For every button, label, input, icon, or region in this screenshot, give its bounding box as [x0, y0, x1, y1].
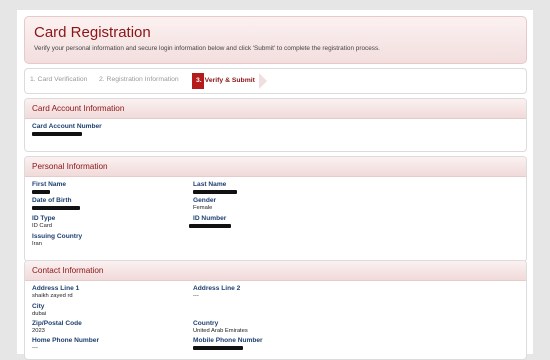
field-value: dubai: [32, 311, 47, 317]
contact-info-panel: Contact Information Address Line 1 shaik…: [24, 260, 527, 360]
field-label: ID Number: [193, 215, 227, 222]
redacted-value: [193, 346, 243, 350]
issuing-country-field: Issuing Country Iran: [32, 233, 82, 247]
field-value: ---: [193, 293, 199, 299]
gender-field: Gender Female: [193, 197, 216, 211]
step-card-verification: 1. Card Verification: [30, 76, 88, 83]
field-label: Last Name: [193, 181, 227, 188]
field-label: Card Account Number: [32, 123, 102, 130]
registration-page: Card Registration Verify your personal i…: [17, 10, 533, 360]
city-field: City dubai: [32, 303, 46, 317]
progress-steps: 1. Card Verification 2. Registration Inf…: [24, 68, 527, 94]
card-account-number-field: Card Account Number: [32, 123, 102, 136]
step-label: Verify & Submit: [204, 77, 255, 84]
field-value: United Arab Emirates: [193, 328, 248, 334]
id-number-field: ID Number: [189, 215, 231, 228]
field-label: Address Line 1: [32, 285, 80, 292]
redacted-value: [32, 190, 50, 194]
field-label: Mobile Phone Number: [193, 337, 263, 344]
field-label: Issuing Country: [32, 233, 83, 240]
card-account-panel: Card Account Information Card Account Nu…: [24, 98, 527, 152]
id-type-field: ID Type ID Card: [32, 215, 55, 229]
personal-info-panel: Personal Information First Name Last Nam…: [24, 156, 527, 262]
step-registration-information: 2. Registration Information: [99, 76, 179, 83]
country-field: Country United Arab Emirates: [193, 320, 248, 334]
panel-heading: Card Account Information: [25, 99, 526, 119]
field-value: ID Card: [32, 223, 52, 229]
field-value: Female: [193, 205, 213, 211]
field-value: 2023: [32, 328, 45, 334]
field-label: Address Line 2: [193, 285, 241, 292]
first-name-field: First Name: [32, 181, 66, 194]
field-label: ID Type: [32, 215, 56, 222]
panel-heading: Personal Information: [25, 157, 526, 177]
redacted-value: [193, 190, 237, 194]
redacted-value: [32, 206, 80, 210]
field-label: First Name: [32, 181, 67, 188]
last-name-field: Last Name: [193, 181, 237, 194]
panel-heading: Contact Information: [25, 261, 526, 281]
field-label: Zip/Postal Code: [32, 320, 82, 327]
redacted-value: [189, 224, 231, 228]
page-header: Card Registration Verify your personal i…: [24, 16, 527, 64]
zip-code-field: Zip/Postal Code 2023: [32, 320, 82, 334]
address-line-2-field: Address Line 2 ---: [193, 285, 240, 299]
field-value: ---: [32, 345, 38, 351]
date-of-birth-field: Date of Birth: [32, 197, 80, 210]
address-line-1-field: Address Line 1 shaikh zayed rd: [32, 285, 79, 299]
field-label: Date of Birth: [32, 197, 72, 204]
step-number: 3.: [196, 77, 202, 84]
field-value: shaikh zayed rd: [32, 293, 73, 299]
field-label: Gender: [193, 197, 217, 204]
field-label: City: [32, 303, 45, 310]
step-verify-submit: 3. Verify & Submit: [192, 73, 267, 89]
field-value: Iran: [32, 241, 42, 247]
field-label: Home Phone Number: [32, 337, 100, 344]
mobile-phone-field: Mobile Phone Number: [193, 337, 263, 350]
page-subtitle: Verify your personal information and sec…: [34, 45, 380, 52]
redacted-value: [32, 132, 82, 136]
field-label: Country: [193, 320, 219, 327]
home-phone-field: Home Phone Number ---: [32, 337, 99, 351]
page-title: Card Registration: [34, 24, 151, 41]
